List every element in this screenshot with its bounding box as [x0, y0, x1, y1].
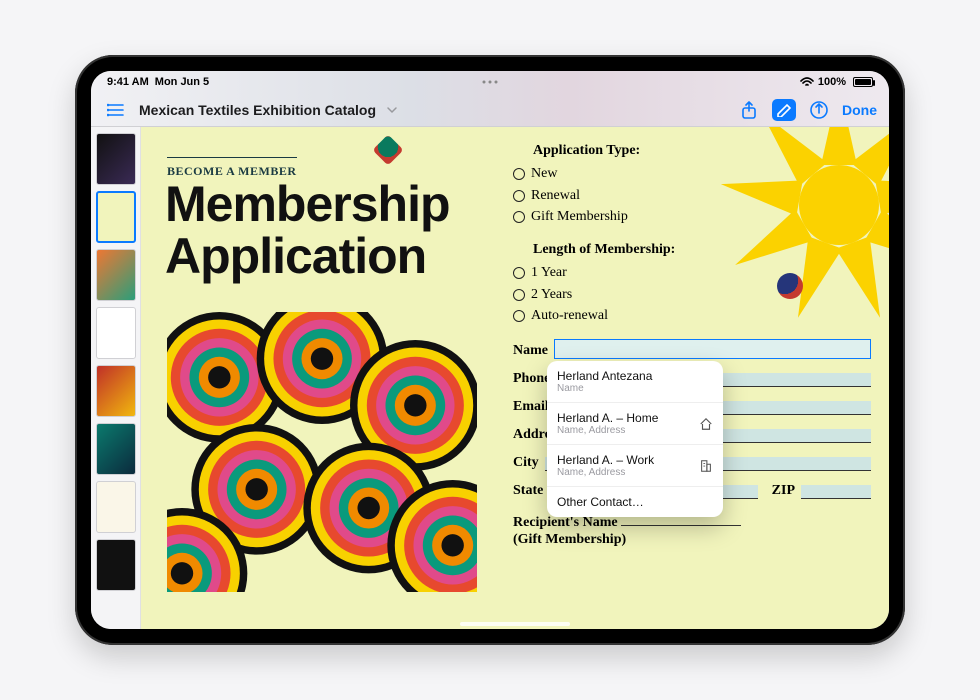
thumbnail-6[interactable] — [96, 423, 136, 475]
home-icon — [699, 417, 713, 431]
radio-auto[interactable]: Auto-renewal — [513, 305, 871, 327]
status-time: 9:41 AM — [107, 76, 149, 88]
radio-new[interactable]: New — [513, 163, 871, 185]
done-button[interactable]: Done — [842, 102, 877, 118]
status-bar: 9:41 AM Mon Jun 5 100% — [91, 71, 889, 93]
radio-2years[interactable]: 2 Years — [513, 284, 871, 306]
autofill-item-1[interactable]: Herland AntezanaName — [547, 361, 723, 403]
thumbnail-4[interactable] — [96, 307, 136, 359]
field-name[interactable]: Name — [513, 339, 871, 359]
share-button[interactable] — [736, 97, 762, 123]
battery-percent: 100% — [818, 76, 846, 88]
document-title[interactable]: Mexican Textiles Exhibition Catalog — [139, 102, 376, 118]
autofill-item-3[interactable]: Herland A. – WorkName, Address — [547, 445, 723, 487]
thumbnail-7[interactable] — [96, 481, 136, 533]
status-date: Mon Jun 5 — [155, 76, 209, 88]
autofill-item-2[interactable]: Herland A. – HomeName, Address — [547, 403, 723, 445]
page-thumbnails[interactable] — [91, 127, 141, 629]
multitask-dots[interactable] — [483, 81, 498, 84]
pencil-tool-button[interactable] — [806, 97, 832, 123]
thumbnail-8[interactable] — [96, 539, 136, 591]
markup-button[interactable] — [772, 99, 796, 121]
wifi-icon — [800, 77, 814, 87]
building-icon — [699, 459, 713, 473]
textile-artwork — [167, 312, 477, 592]
chevron-down-icon[interactable] — [386, 104, 398, 116]
battery-icon — [850, 77, 873, 87]
ipad-device-frame: 9:41 AM Mon Jun 5 100% Mexican Textiles … — [75, 55, 905, 645]
radio-renewal[interactable]: Renewal — [513, 185, 871, 207]
recipient-label: Recipient's Name (Gift Membership) — [513, 515, 871, 549]
radio-1year[interactable]: 1 Year — [513, 262, 871, 284]
app-type-heading: Application Type: — [533, 143, 871, 159]
sidebar-toggle-button[interactable] — [103, 97, 129, 123]
name-input[interactable] — [554, 339, 871, 359]
thumbnail-1[interactable] — [96, 133, 136, 185]
screen: 9:41 AM Mon Jun 5 100% Mexican Textiles … — [91, 71, 889, 629]
home-indicator[interactable] — [460, 622, 570, 626]
page-headline: MembershipApplication — [165, 179, 450, 282]
thumbnail-2[interactable] — [96, 191, 136, 243]
document-page: BECOME A MEMBER MembershipApplication — [141, 127, 889, 629]
autofill-other[interactable]: Other Contact… — [547, 487, 723, 517]
autofill-popover: Herland AntezanaName Herland A. – HomeNa… — [547, 361, 723, 517]
thumbnail-5[interactable] — [96, 365, 136, 417]
length-heading: Length of Membership: — [533, 242, 871, 258]
toolbar: Mexican Textiles Exhibition Catalog Done — [91, 93, 889, 127]
dot-graphic-top — [372, 134, 403, 165]
thumbnail-3[interactable] — [96, 249, 136, 301]
radio-gift[interactable]: Gift Membership — [513, 206, 871, 228]
